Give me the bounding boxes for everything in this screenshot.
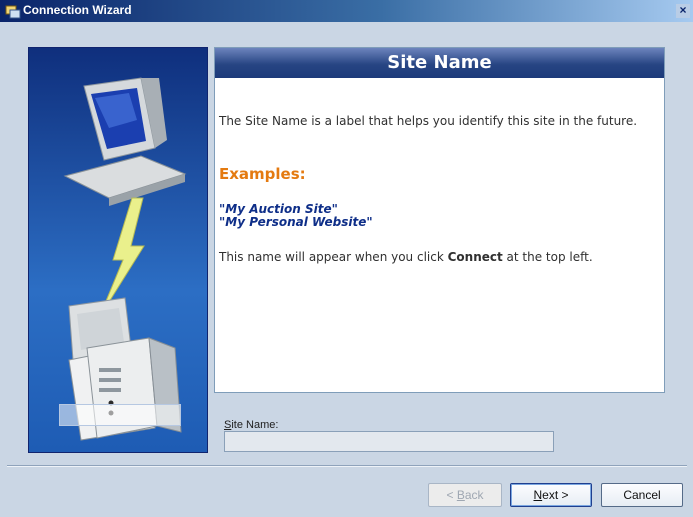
next-button-accesskey: N xyxy=(533,488,543,502)
back-button-label: ack xyxy=(464,488,484,502)
back-button-accesskey: B xyxy=(456,488,465,502)
site-name-label-text: ite Name: xyxy=(231,419,279,431)
close-button[interactable]: × xyxy=(676,4,690,18)
wizard-icon xyxy=(5,4,21,19)
button-separator xyxy=(7,465,687,467)
examples-heading: Examples: xyxy=(219,165,306,183)
wizard-illustration xyxy=(28,47,208,453)
next-button-label: ext > xyxy=(542,488,569,502)
example-item: "My Personal Website" xyxy=(219,215,373,229)
connect-keyword: Connect xyxy=(447,250,503,264)
next-button[interactable]: Next > xyxy=(510,483,592,507)
back-button-prefix: < xyxy=(446,488,457,502)
illustration-stripe xyxy=(59,404,181,426)
window-title: Connection Wizard xyxy=(23,3,132,17)
cancel-button[interactable]: Cancel xyxy=(601,483,683,507)
site-name-input[interactable] xyxy=(224,431,554,452)
title-bar[interactable]: Connection Wizard × xyxy=(0,0,693,22)
intro-text: The Site Name is a label that helps you … xyxy=(219,114,638,128)
computer-network-illustration xyxy=(63,77,187,441)
connect-note-prefix: This name will appear when you click xyxy=(219,250,448,264)
back-button[interactable]: < Back xyxy=(428,483,502,507)
close-icon: × xyxy=(679,3,687,17)
connect-note: This name will appear when you click Con… xyxy=(219,249,593,265)
site-name-label: Site Name: xyxy=(224,419,278,431)
monitor-icon xyxy=(63,77,187,206)
connect-note-suffix: at the top left. xyxy=(502,250,593,264)
content-panel: Site Name The Site Name is a label that … xyxy=(214,47,665,393)
page-title: Site Name xyxy=(215,48,664,78)
